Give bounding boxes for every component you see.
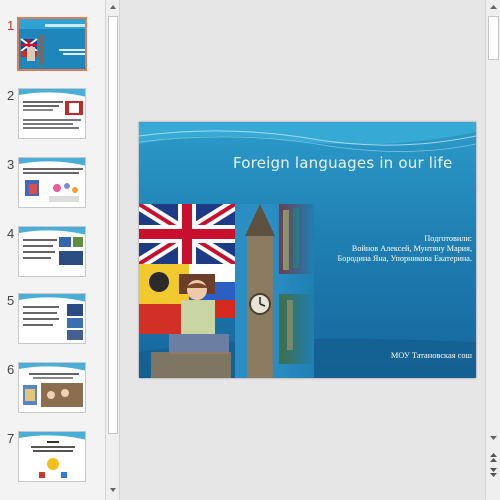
slide-thumbnail-image[interactable] bbox=[18, 157, 86, 208]
current-slide[interactable]: Foreign languages in our life Подготовил… bbox=[139, 122, 476, 378]
scrollbar-thumb[interactable] bbox=[108, 16, 118, 434]
slide-number: 3 bbox=[7, 157, 15, 172]
slide-thumbnail-4[interactable]: 4 bbox=[0, 226, 105, 288]
authors-line: Войнов Алексей, Мунтяну Мария, bbox=[351, 244, 472, 253]
presentation-app: 1 2 3 4 5 6 7 Foreign languages in our l… bbox=[0, 0, 500, 500]
slide-school[interactable]: МОУ Татановская сош bbox=[391, 351, 472, 360]
authors-line: Подготовили: bbox=[424, 234, 472, 243]
slide-title[interactable]: Foreign languages in our life bbox=[233, 154, 473, 172]
slide-thumbnail-image[interactable] bbox=[17, 17, 87, 71]
slide-thumbnail-image[interactable] bbox=[18, 226, 86, 277]
slide-photo-collage bbox=[139, 198, 314, 378]
slide-number: 1 bbox=[7, 18, 15, 33]
slide-thumbnail-5[interactable]: 5 bbox=[0, 293, 105, 355]
authors-line: Бородина Яна, Упорникова Екатерина. bbox=[337, 254, 472, 263]
previous-slide-icon[interactable] bbox=[486, 450, 500, 464]
slide-thumbnail-2[interactable]: 2 bbox=[0, 88, 105, 150]
slide-thumbnail-image[interactable] bbox=[18, 362, 86, 413]
slide-authors[interactable]: Подготовили: Войнов Алексей, Мунтяну Мар… bbox=[292, 234, 472, 264]
slide-number: 2 bbox=[7, 88, 15, 103]
slide-number: 5 bbox=[7, 293, 15, 308]
slide-number: 7 bbox=[7, 431, 15, 446]
slide-number: 6 bbox=[7, 362, 15, 377]
slide-thumbnail-image[interactable] bbox=[18, 431, 86, 482]
slide-scrollbar[interactable] bbox=[485, 0, 500, 500]
slide-number: 4 bbox=[7, 226, 15, 241]
next-slide-icon[interactable] bbox=[486, 466, 500, 480]
scroll-up-icon[interactable] bbox=[486, 1, 500, 15]
slide-thumbnail-7[interactable]: 7 bbox=[0, 431, 105, 493]
scrollbar-thumb[interactable] bbox=[488, 16, 499, 60]
slide-thumbnail-3[interactable]: 3 bbox=[0, 157, 105, 219]
slide-thumbnail-image[interactable] bbox=[18, 88, 86, 139]
scroll-up-icon[interactable] bbox=[106, 1, 120, 15]
slide-thumbnail-pane[interactable]: 1 2 3 4 5 6 7 bbox=[0, 0, 106, 500]
slide-thumbnail-image[interactable] bbox=[18, 293, 86, 344]
scroll-down-icon[interactable] bbox=[106, 484, 120, 498]
slide-thumbnail-1[interactable]: 1 bbox=[0, 17, 105, 80]
thumbnail-scrollbar[interactable] bbox=[106, 0, 120, 500]
slide-thumbnail-6[interactable]: 6 bbox=[0, 362, 105, 424]
scroll-down-icon[interactable] bbox=[486, 432, 500, 446]
